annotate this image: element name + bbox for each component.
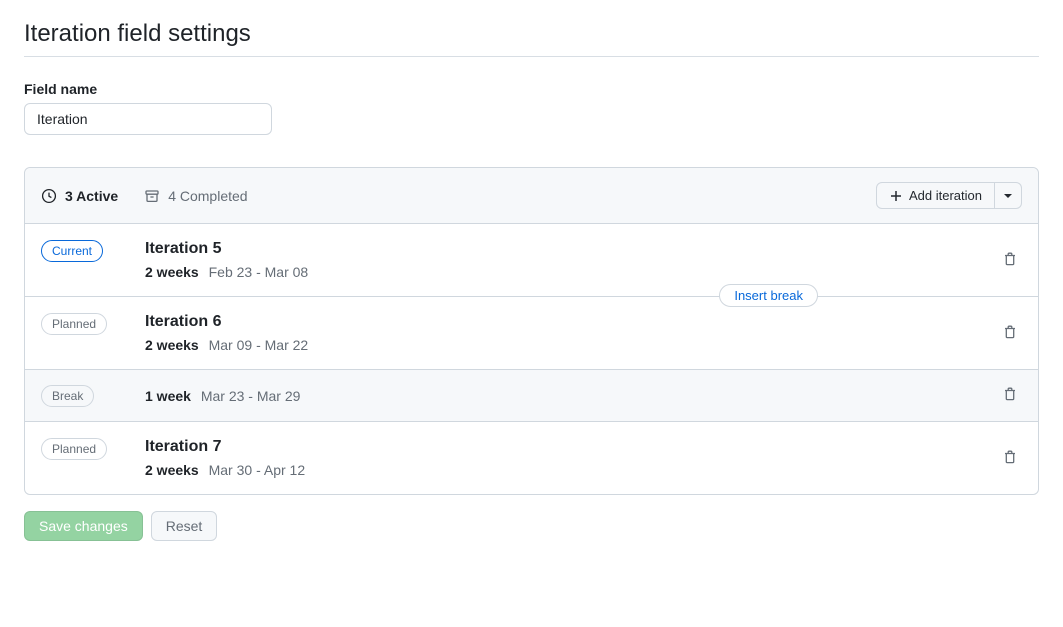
insert-break-button[interactable]: Insert break [719,284,818,307]
reset-button[interactable]: Reset [151,511,218,541]
iterations-card: 3 Active 4 Completed Add iteration [24,167,1039,495]
iteration-duration[interactable]: 2 weeks [145,264,199,280]
iteration-row: Insert break Planned Iteration 6 2 weeks… [25,297,1038,370]
save-button[interactable]: Save changes [24,511,143,541]
status-badge-planned: Planned [41,438,107,460]
delete-iteration-button[interactable] [998,247,1022,274]
iteration-row: Current Iteration 5 2 weeks Feb 23 - Mar… [25,224,1038,297]
card-header: 3 Active 4 Completed Add iteration [25,168,1038,224]
page-title: Iteration field settings [24,20,1039,57]
iteration-title[interactable]: Iteration 7 [145,438,998,456]
trash-icon [1002,386,1018,402]
status-badge-break: Break [41,385,94,407]
tab-active[interactable]: 3 Active [41,188,118,204]
archive-icon [144,188,160,204]
field-name-label: Field name [24,81,1039,97]
delete-break-button[interactable] [998,382,1022,409]
status-badge-current: Current [41,240,103,262]
iteration-duration[interactable]: 2 weeks [145,462,199,478]
add-iteration-group: Add iteration [876,182,1022,209]
iteration-row: Planned Iteration 7 2 weeks Mar 30 - Apr… [25,422,1038,494]
add-iteration-dropdown[interactable] [995,182,1022,209]
clock-icon [41,188,57,204]
break-duration[interactable]: 1 week [145,388,191,404]
iteration-range[interactable]: Mar 09 - Mar 22 [209,337,309,353]
break-row: Break 1 week Mar 23 - Mar 29 [25,370,1038,422]
iteration-range[interactable]: Mar 30 - Apr 12 [209,462,306,478]
caret-down-icon [1003,191,1013,201]
status-badge-planned: Planned [41,313,107,335]
add-iteration-label: Add iteration [909,188,982,203]
iteration-title[interactable]: Iteration 5 [145,240,998,258]
plus-icon [889,189,903,203]
field-name-input[interactable] [24,103,272,135]
iteration-duration[interactable]: 2 weeks [145,337,199,353]
delete-iteration-button[interactable] [998,320,1022,347]
tab-completed-label: 4 Completed [168,188,247,204]
trash-icon [1002,251,1018,267]
tab-completed[interactable]: 4 Completed [144,188,247,204]
footer-actions: Save changes Reset [24,511,1039,541]
iteration-title[interactable]: Iteration 6 [145,313,998,331]
add-iteration-button[interactable]: Add iteration [876,182,995,209]
tab-active-label: 3 Active [65,188,118,204]
trash-icon [1002,324,1018,340]
delete-iteration-button[interactable] [998,445,1022,472]
trash-icon [1002,449,1018,465]
iteration-range[interactable]: Feb 23 - Mar 08 [209,264,309,280]
break-range[interactable]: Mar 23 - Mar 29 [201,388,301,404]
